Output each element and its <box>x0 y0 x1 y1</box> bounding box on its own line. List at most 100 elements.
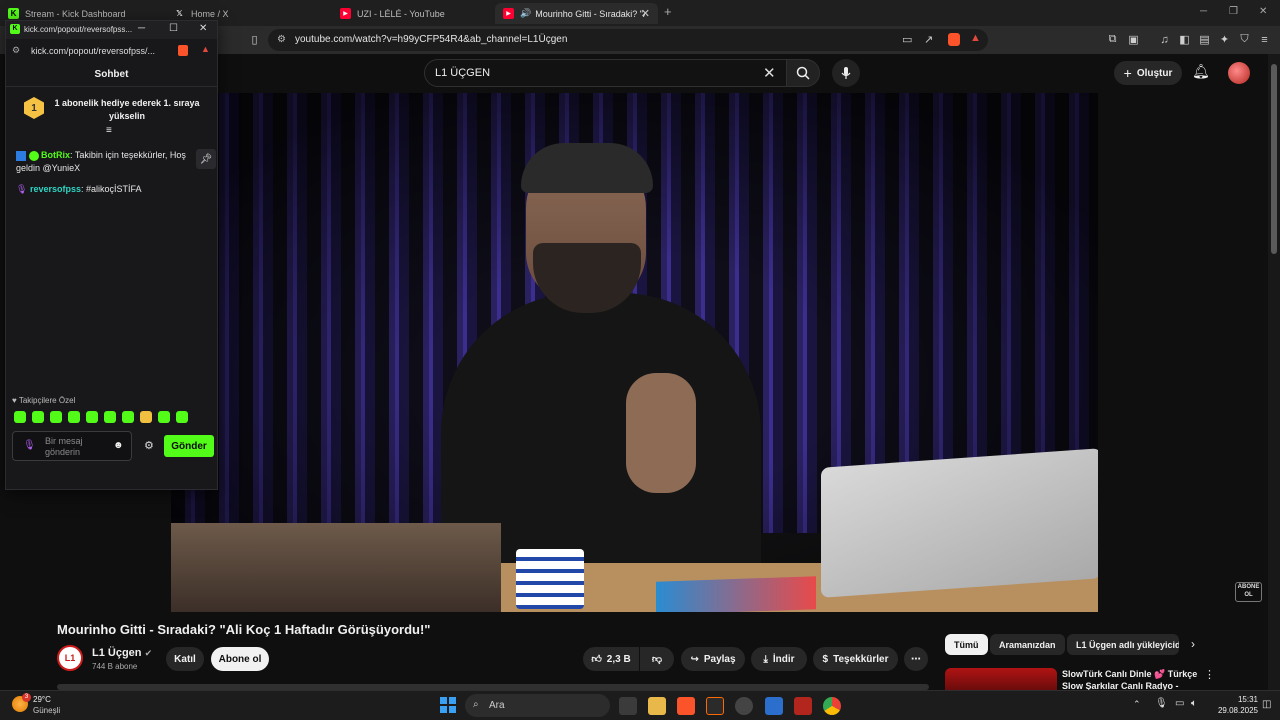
video-player[interactable] <box>171 93 1098 612</box>
emote-icon[interactable] <box>86 411 98 423</box>
url-bar[interactable]: ⚙ youtube.com/watch?v=h99yCFP54R4&ab_cha… <box>268 29 988 51</box>
close-window-icon[interactable]: ✕ <box>199 23 207 34</box>
chat-settings-gear-icon[interactable]: ⚙ <box>144 439 154 452</box>
expand-icon[interactable]: ≡ <box>106 125 112 136</box>
site-info-icon[interactable]: ⚙ <box>277 34 286 45</box>
send-button[interactable]: Gönder <box>164 435 214 457</box>
app-icon[interactable] <box>735 697 753 715</box>
app-icon[interactable] <box>765 697 783 715</box>
channel-avatar[interactable]: L1 <box>57 645 83 671</box>
file-explorer-icon[interactable] <box>648 697 666 715</box>
brave-rewards-icon[interactable]: ▲ <box>970 32 981 44</box>
brave-rewards-icon[interactable]: ▲ <box>201 44 210 54</box>
minimize-icon[interactable]: ─ <box>138 23 145 34</box>
emote-icon[interactable] <box>158 411 170 423</box>
close-tab-icon[interactable]: ✕ <box>641 7 650 20</box>
share-page-icon[interactable]: ↗ <box>924 33 933 46</box>
brave-shield-icon[interactable] <box>178 45 188 56</box>
kick-url-bar[interactable]: ⚙ kick.com/popout/reversofpss/... ▲ <box>6 41 217 61</box>
subscribe-button[interactable]: Abone ol <box>211 647 269 671</box>
chat-message-input[interactable]: 🎙︎ Bir mesaj gönderin ☻ <box>12 431 132 461</box>
book-stack <box>171 523 501 612</box>
emoji-icon[interactable]: ☻ <box>113 440 124 451</box>
emote-icon[interactable] <box>176 411 188 423</box>
menu-icon[interactable]: ≡ <box>1258 33 1271 46</box>
emote-icon[interactable] <box>68 411 80 423</box>
download-button[interactable]: ⤓ İndir <box>751 647 807 671</box>
notifications-icon[interactable]: ◫ <box>1262 699 1271 710</box>
new-tab-button[interactable]: + <box>664 4 672 19</box>
clock-time: 15:31 <box>1237 695 1258 704</box>
brave-shield-icon[interactable] <box>948 33 960 46</box>
recommendation-title[interactable]: SlowTürk Canlı Dinle 💕 Türkçe <box>1062 669 1202 680</box>
tab-label: UZI - LÉLÉ - YouTube <box>357 8 445 19</box>
tab-youtube-active[interactable]: ▶ 🔊 Mourinho Gitti - Sıradaki? "Al ✕ <box>495 3 658 24</box>
emote-icon[interactable] <box>32 411 44 423</box>
page-scrollbar[interactable] <box>1268 54 1280 690</box>
wallet-icon[interactable]: ▣ <box>1127 33 1140 46</box>
emote-icon[interactable] <box>140 411 152 423</box>
brave-browser-icon[interactable] <box>677 697 695 715</box>
more-actions-button[interactable]: ⋯ <box>904 647 928 671</box>
chrome-icon[interactable] <box>823 697 841 715</box>
tab-youtube-uzi[interactable]: ▶ UZI - LÉLÉ - YouTube <box>332 3 498 24</box>
gift-leaderboard-banner[interactable]: 1 1 abonelik hediye ederek 1. sıraya yük… <box>6 89 217 137</box>
chip-from-uploader[interactable]: L1 Üçgen adlı yükleyicide <box>1067 634 1179 655</box>
verified-check-icon: ✔ <box>144 648 153 658</box>
verified-badge-icon <box>28 150 39 161</box>
chat-username[interactable]: reversofpss <box>30 184 81 194</box>
volume-icon[interactable]: 🔈︎ <box>1191 698 1197 709</box>
emote-icon[interactable] <box>50 411 62 423</box>
dislike-button[interactable]: 👎︎ <box>640 647 674 671</box>
windows-start-icon[interactable] <box>440 697 456 713</box>
thanks-label: Teşekkürler <box>833 653 889 665</box>
minimize-icon[interactable]: ─ <box>1200 6 1207 17</box>
sidebar-icon[interactable]: ◧ <box>1178 33 1191 46</box>
heart-icon: ♥ <box>12 396 17 405</box>
subscribe-watermark[interactable]: ABONE OL <box>1235 582 1262 602</box>
chevron-up-icon[interactable]: ⌃ <box>1133 699 1141 710</box>
recommendation-thumbnail[interactable] <box>945 668 1057 690</box>
chat-username[interactable]: BotRix <box>41 150 70 160</box>
close-window-icon[interactable]: ✕ <box>1259 6 1267 17</box>
leo-ai-icon[interactable]: ✦ <box>1218 33 1231 46</box>
join-button[interactable]: Katıl <box>166 647 204 671</box>
chip-from-search[interactable]: Aramanızdan <box>990 634 1065 655</box>
search-button[interactable] <box>786 59 820 87</box>
scrollbar-thumb[interactable] <box>1271 64 1277 254</box>
media-icon[interactable]: ♫ <box>1158 33 1171 46</box>
create-button[interactable]: + Oluştur <box>1114 61 1182 85</box>
restore-icon[interactable]: ❐ <box>1229 6 1238 17</box>
search-input[interactable]: L1 ÜÇGEN ✕ <box>424 59 788 87</box>
microphone-icon: 🎙︎ <box>23 440 36 451</box>
bookmark-icon[interactable]: ▯ <box>248 33 261 46</box>
chip-all[interactable]: Tümü <box>945 634 988 655</box>
clear-search-icon[interactable]: ✕ <box>763 64 776 82</box>
extensions-icon[interactable]: ⧉ <box>1106 33 1119 46</box>
chevron-right-icon[interactable]: › <box>1191 637 1195 651</box>
maximize-icon[interactable]: ☐ <box>169 23 178 34</box>
cast-icon[interactable]: ▭ <box>902 33 912 46</box>
wallet-card-icon[interactable]: ▤ <box>1198 33 1211 46</box>
voice-search-button[interactable] <box>832 59 860 87</box>
taskbar-search[interactable]: ⌕ Ara <box>465 694 610 717</box>
emote-icon[interactable] <box>104 411 116 423</box>
site-info-icon[interactable]: ⚙ <box>12 45 20 56</box>
pin-icon[interactable]: 📌︎ <box>196 149 216 169</box>
taskbar-clock[interactable]: 15:31 29.08.2025 <box>1210 694 1258 716</box>
share-button[interactable]: ↪ Paylaş <box>681 647 745 671</box>
microphone-icon[interactable]: 🎙︎ <box>1155 698 1168 709</box>
task-view-icon[interactable] <box>619 697 637 715</box>
more-options-icon[interactable]: ⋮ <box>1204 668 1215 681</box>
network-icon[interactable]: ▭ <box>1175 698 1184 709</box>
app-icon[interactable] <box>706 697 724 715</box>
channel-name[interactable]: L1 Üçgen ✔ <box>92 647 152 659</box>
app-icon[interactable] <box>794 697 812 715</box>
vpn-icon[interactable]: ⛉ <box>1238 33 1251 46</box>
notifications-bell-icon[interactable]: 🔔︎ <box>1192 63 1210 80</box>
emote-icon[interactable] <box>14 411 26 423</box>
like-button[interactable]: 👍︎ 2,3 B <box>583 647 639 671</box>
thanks-button[interactable]: $ Teşekkürler <box>813 647 898 671</box>
user-avatar[interactable] <box>1228 62 1250 84</box>
emote-icon[interactable] <box>122 411 134 423</box>
